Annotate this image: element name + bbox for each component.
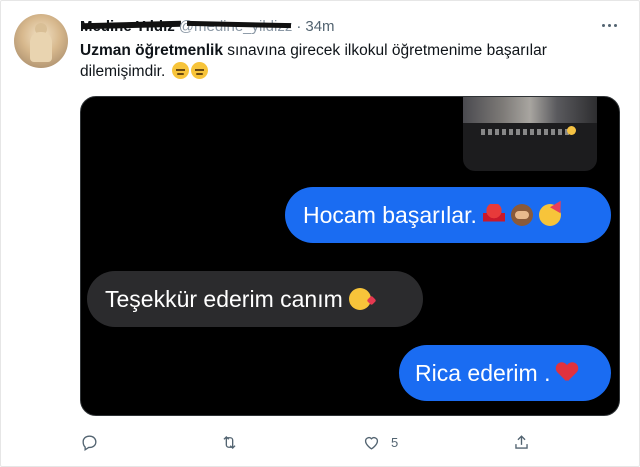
- message-text: Rica ederim .: [415, 359, 551, 386]
- message-bubble-incoming: Teşekkür ederim canım: [87, 271, 423, 327]
- see-no-evil-monkey-emoji: [510, 204, 533, 226]
- partying-face-emoji: [538, 204, 561, 226]
- tweet-action-bar: 5: [80, 430, 620, 454]
- message-text: Teşekkür ederim canım: [105, 285, 343, 312]
- avatar-body-shape: [30, 32, 52, 62]
- retweet-icon: [223, 435, 236, 449]
- retweet-button[interactable]: [220, 430, 239, 454]
- tweet-media-image[interactable]: Hocam başarılar. Teşekkür ederim canım R…: [80, 96, 620, 416]
- tweet-text: Uzman öğretmenlik sınavına girecek ilkok…: [80, 40, 560, 82]
- photo-caption-scribble: [481, 129, 571, 135]
- shared-photo-thumbnail: [463, 97, 597, 171]
- more-options-icon[interactable]: [598, 16, 620, 34]
- share-icon: [515, 434, 528, 449]
- tweet-text-bold: Uzman öğretmenlik: [80, 42, 223, 59]
- message-text: Hocam başarılar.: [303, 201, 477, 228]
- message-bubble-outgoing: Hocam başarılar.: [285, 187, 611, 243]
- like-button[interactable]: 5: [362, 430, 398, 454]
- photo-emoji: [567, 126, 576, 135]
- heart-icon: [364, 436, 379, 450]
- reply-icon: [82, 434, 97, 451]
- author-handle[interactable]: @medine_yildizz: [179, 18, 293, 35]
- dancer-emoji: [482, 204, 505, 226]
- separator-dot: ·: [296, 17, 302, 35]
- expressionless-face-emoji: [171, 62, 189, 79]
- photo-people-image: [463, 97, 597, 123]
- tweet-header: Medine Yıldız @medine_yildizz · 34m: [80, 16, 335, 36]
- face-blowing-kiss-emoji: [348, 288, 371, 310]
- tweet-timestamp[interactable]: 34m: [305, 18, 334, 35]
- reply-button[interactable]: [80, 430, 99, 454]
- message-bubble-outgoing: Rica ederim .: [399, 345, 611, 401]
- red-heart-emoji: [556, 363, 578, 383]
- author-name[interactable]: Medine Yıldız: [80, 18, 175, 35]
- like-count: 5: [391, 434, 399, 450]
- share-button[interactable]: [512, 430, 531, 454]
- avatar[interactable]: [14, 14, 68, 68]
- smirking-face-emoji: [190, 62, 208, 79]
